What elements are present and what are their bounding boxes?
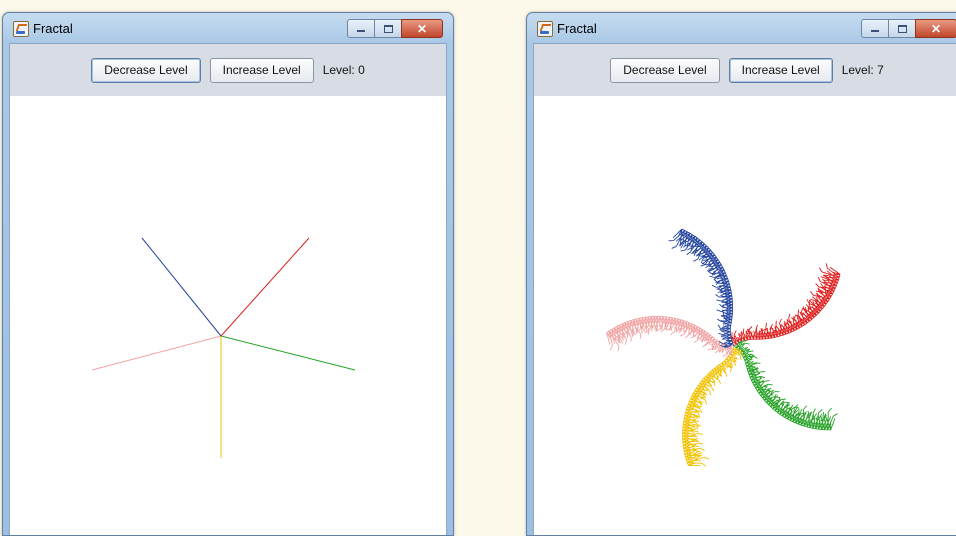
fractal-canvas [10,96,446,535]
window-title: Fractal [33,21,73,36]
fractal-window-level-7: Fractal ✕ Decrease Level Increase Level … [526,12,956,536]
close-icon[interactable]: ✕ [401,19,443,38]
window-title: Fractal [557,21,597,36]
maximize-icon[interactable] [374,19,402,38]
level-label: Level: [322,63,355,77]
fractal-canvas [534,96,956,535]
minimize-icon[interactable] [861,19,889,38]
decrease-level-button[interactable]: Decrease Level [610,57,720,83]
java-app-icon [537,21,553,37]
toolbar: Decrease Level Increase Level Level: 0 [10,44,446,96]
close-icon[interactable]: ✕ [915,19,956,38]
fractal-arm-2 [682,345,744,467]
maximize-icon[interactable] [888,19,916,38]
fractal-arm-path [733,340,838,431]
minimize-icon[interactable] [347,19,375,38]
fractal-window-level-0: Fractal ✕ Decrease Level Increase Level … [2,12,454,536]
level-indicator: Level: 0 [323,63,365,77]
title-bar[interactable]: Fractal ✕ [3,13,453,43]
java-app-icon [13,21,29,37]
title-bar[interactable]: Fractal ✕ [527,13,956,43]
branch-red [220,237,310,337]
decrease-level-button[interactable]: Decrease Level [91,57,201,83]
fractal-arm-path [730,263,841,347]
fractal-drawing [91,237,356,458]
branch-green [220,335,356,371]
branch-pink [91,335,222,371]
level-indicator: Level: 7 [842,63,884,77]
fractal-arm-3 [606,315,735,358]
increase-level-button[interactable]: Increase Level [209,57,314,83]
toolbar: Decrease Level Increase Level Level: 7 [534,44,956,96]
fractal-arm-path [606,315,735,358]
branch-blue [141,237,222,337]
level-value: 0 [358,63,365,77]
fractal-arm-0 [730,263,841,347]
caption-buttons: ✕ [861,19,956,38]
fractal-arm-1 [733,340,838,431]
fractal-arm-path [682,345,744,467]
increase-level-button[interactable]: Increase Level [728,57,833,83]
level-value: 7 [877,63,884,77]
caption-buttons: ✕ [347,19,443,38]
client-area: Decrease Level Increase Level Level: 7 [533,43,956,535]
level-label: Level: [841,63,874,77]
client-area: Decrease Level Increase Level Level: 0 [9,43,447,535]
fractal-drawing [606,228,841,467]
